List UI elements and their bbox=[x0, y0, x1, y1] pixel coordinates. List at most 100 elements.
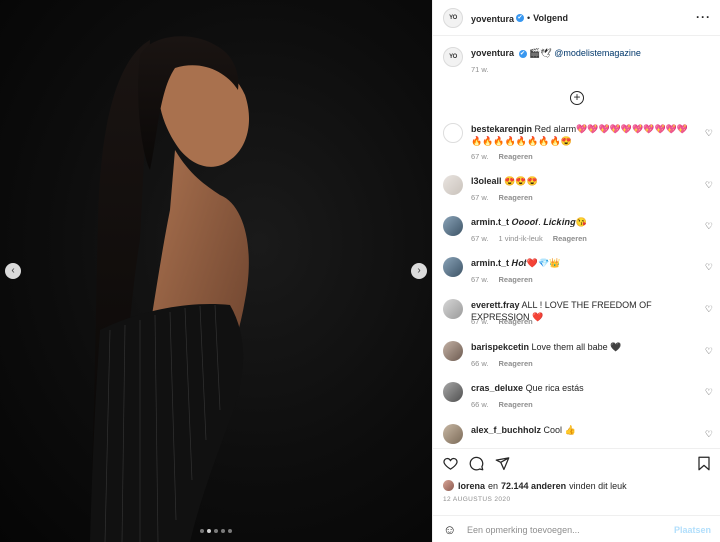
comment-body: armin.t_t 𝑯𝒐𝒕❤️💎👑 bbox=[471, 257, 696, 269]
reply-button[interactable]: Reageren bbox=[499, 400, 533, 409]
comment-text: 𝑯𝒐𝒕❤️💎👑 bbox=[511, 258, 561, 268]
comment-body: cras_deluxe Que rica estás bbox=[471, 382, 696, 394]
heart-icon[interactable]: ♡ bbox=[705, 346, 713, 357]
liker-name[interactable]: lorena bbox=[458, 481, 485, 491]
comment-meta: 66 w. Reageren bbox=[471, 400, 543, 409]
comment-time[interactable]: 67 w. bbox=[471, 317, 489, 326]
follow-status-button[interactable]: Volgend bbox=[533, 13, 568, 23]
heart-icon[interactable]: ♡ bbox=[705, 221, 713, 232]
post-actions: lorena en 72.144 anderen vinden dit leuk… bbox=[433, 448, 720, 542]
post-media[interactable]: ‹ › bbox=[0, 0, 432, 542]
post-button[interactable]: Plaatsen bbox=[674, 525, 711, 535]
comment-text: 𝑶𝒐𝒐𝒐𝒇. 𝑳𝒊𝒄𝒌𝒊𝒏𝒈😘 bbox=[511, 217, 587, 227]
comment-text: 😍😍😍 bbox=[504, 176, 538, 186]
carousel-dot bbox=[200, 529, 204, 533]
chevron-right-icon[interactable]: › bbox=[411, 263, 427, 279]
post-header: YO yoventura ✔ • Volgend ··· bbox=[433, 0, 720, 36]
author-avatar[interactable]: YO bbox=[443, 7, 463, 28]
heart-icon[interactable]: ♡ bbox=[705, 304, 713, 315]
heart-icon[interactable]: ♡ bbox=[705, 180, 713, 191]
chevron-left-icon[interactable]: ‹ bbox=[5, 263, 21, 279]
comment-icon[interactable] bbox=[469, 456, 484, 471]
comment-meta: 67 w. Reageren bbox=[471, 152, 543, 161]
reply-button[interactable]: Reageren bbox=[553, 234, 587, 243]
comment-username[interactable]: everett.fray bbox=[471, 300, 520, 310]
comment-time[interactable]: 66 w. bbox=[471, 359, 489, 368]
author-username[interactable]: yoventura bbox=[471, 11, 514, 25]
comment-username[interactable]: alex_f_buchholz bbox=[471, 425, 541, 435]
reply-button[interactable]: Reageren bbox=[499, 275, 533, 284]
author-avatar[interactable]: YO bbox=[443, 47, 463, 67]
comment-text: Love them all babe 🖤 bbox=[531, 342, 622, 352]
more-icon[interactable]: ··· bbox=[696, 10, 711, 24]
comment-meta: 67 w. Reageren bbox=[471, 275, 543, 284]
comment-username[interactable]: armin.t_t bbox=[471, 258, 509, 268]
commenter-avatar[interactable] bbox=[443, 257, 463, 277]
comment-body: barispekcetin Love them all babe 🖤 bbox=[471, 341, 696, 353]
heart-icon[interactable]: ♡ bbox=[705, 128, 713, 139]
heart-icon[interactable] bbox=[443, 456, 458, 471]
comment-meta: 67 w. Reageren bbox=[471, 193, 543, 202]
heart-icon[interactable]: ♡ bbox=[705, 262, 713, 273]
carousel-dots bbox=[200, 529, 232, 533]
comment-username[interactable]: armin.t_t bbox=[471, 217, 509, 227]
comment-time[interactable]: 67 w. bbox=[471, 275, 489, 284]
commenter-avatar[interactable] bbox=[443, 175, 463, 195]
liker-avatar[interactable] bbox=[443, 480, 454, 491]
comment-username[interactable]: l3oleall bbox=[471, 176, 502, 186]
comment-time[interactable]: 67 w. bbox=[471, 193, 489, 202]
carousel-dot-active bbox=[207, 529, 211, 533]
separator: • bbox=[527, 12, 531, 23]
heart-icon[interactable]: ♡ bbox=[705, 387, 713, 398]
comment-body: bestekarengin Red alarm💖💖💖💖💖💖💖💖💖💖🔥🔥🔥🔥🔥🔥🔥… bbox=[471, 123, 696, 147]
bookmark-icon[interactable] bbox=[697, 456, 711, 471]
verified-icon: ✔ bbox=[516, 13, 525, 22]
comment-meta: 67 w. 1 vind-ik-leuk Reageren bbox=[471, 234, 597, 243]
caption-mention[interactable]: @modelistemagazine bbox=[554, 48, 641, 58]
commenter-avatar[interactable] bbox=[443, 299, 463, 319]
reply-button[interactable]: Reageren bbox=[499, 317, 533, 326]
comments-list[interactable]: YO yoventura ✔ 🎬🕊 @modelistemagazine 71 … bbox=[433, 36, 720, 448]
comment-username[interactable]: bestekarengin bbox=[471, 124, 532, 134]
smiley-icon[interactable]: ☺ bbox=[443, 522, 459, 537]
carousel-dot bbox=[221, 529, 225, 533]
load-more-comments-icon[interactable]: + bbox=[570, 91, 584, 105]
comment-body: l3oleall 😍😍😍 bbox=[471, 175, 696, 187]
carousel-dot bbox=[228, 529, 232, 533]
commenter-avatar[interactable] bbox=[443, 341, 463, 361]
carousel-dot bbox=[214, 529, 218, 533]
heart-icon[interactable]: ♡ bbox=[705, 429, 713, 440]
commenter-avatar[interactable] bbox=[443, 382, 463, 402]
add-comment-bar: ☺ Plaatsen bbox=[433, 515, 720, 542]
comment-time[interactable]: 67 w. bbox=[471, 152, 489, 161]
comment-meta: 67 w. Reageren bbox=[471, 317, 543, 326]
verified-icon: ✔ bbox=[518, 49, 527, 58]
likes-count[interactable]: 72.144 anderen bbox=[501, 481, 566, 491]
action-icons bbox=[443, 456, 510, 471]
share-icon[interactable] bbox=[495, 456, 510, 471]
caption-time[interactable]: 71 w. bbox=[471, 64, 641, 76]
comment-body: alex_f_buchholz Cool 👍 bbox=[471, 424, 696, 436]
post-sidebar: YO yoventura ✔ • Volgend ··· YO yoventur… bbox=[432, 0, 720, 542]
comment-likes[interactable]: 1 vind-ik-leuk bbox=[499, 234, 543, 243]
comment-time[interactable]: 66 w. bbox=[471, 400, 489, 409]
comment-input[interactable] bbox=[467, 524, 667, 535]
post-date[interactable]: 12 AUGUSTUS 2020 bbox=[443, 496, 510, 503]
reply-button[interactable]: Reageren bbox=[499, 193, 533, 202]
likes-connector: en bbox=[488, 480, 499, 491]
commenter-avatar[interactable] bbox=[443, 216, 463, 236]
likes-suffix: vinden dit leuk bbox=[569, 480, 627, 491]
commenter-avatar[interactable] bbox=[443, 424, 463, 444]
comment-username[interactable]: barispekcetin bbox=[471, 342, 529, 352]
caption-emoji: 🎬🕊 bbox=[529, 48, 552, 58]
reply-button[interactable]: Reageren bbox=[499, 359, 533, 368]
caption-username[interactable]: yoventura bbox=[471, 48, 514, 58]
comment-text: Que rica estás bbox=[525, 383, 584, 393]
comment-text: Cool 👍 bbox=[543, 425, 576, 435]
comment-body: armin.t_t 𝑶𝒐𝒐𝒐𝒇. 𝑳𝒊𝒄𝒌𝒊𝒏𝒈😘 bbox=[471, 216, 696, 228]
comment-username[interactable]: cras_deluxe bbox=[471, 383, 523, 393]
commenter-avatar[interactable] bbox=[443, 123, 463, 143]
post-photo bbox=[90, 36, 250, 542]
reply-button[interactable]: Reageren bbox=[499, 152, 533, 161]
comment-time[interactable]: 67 w. bbox=[471, 234, 489, 243]
